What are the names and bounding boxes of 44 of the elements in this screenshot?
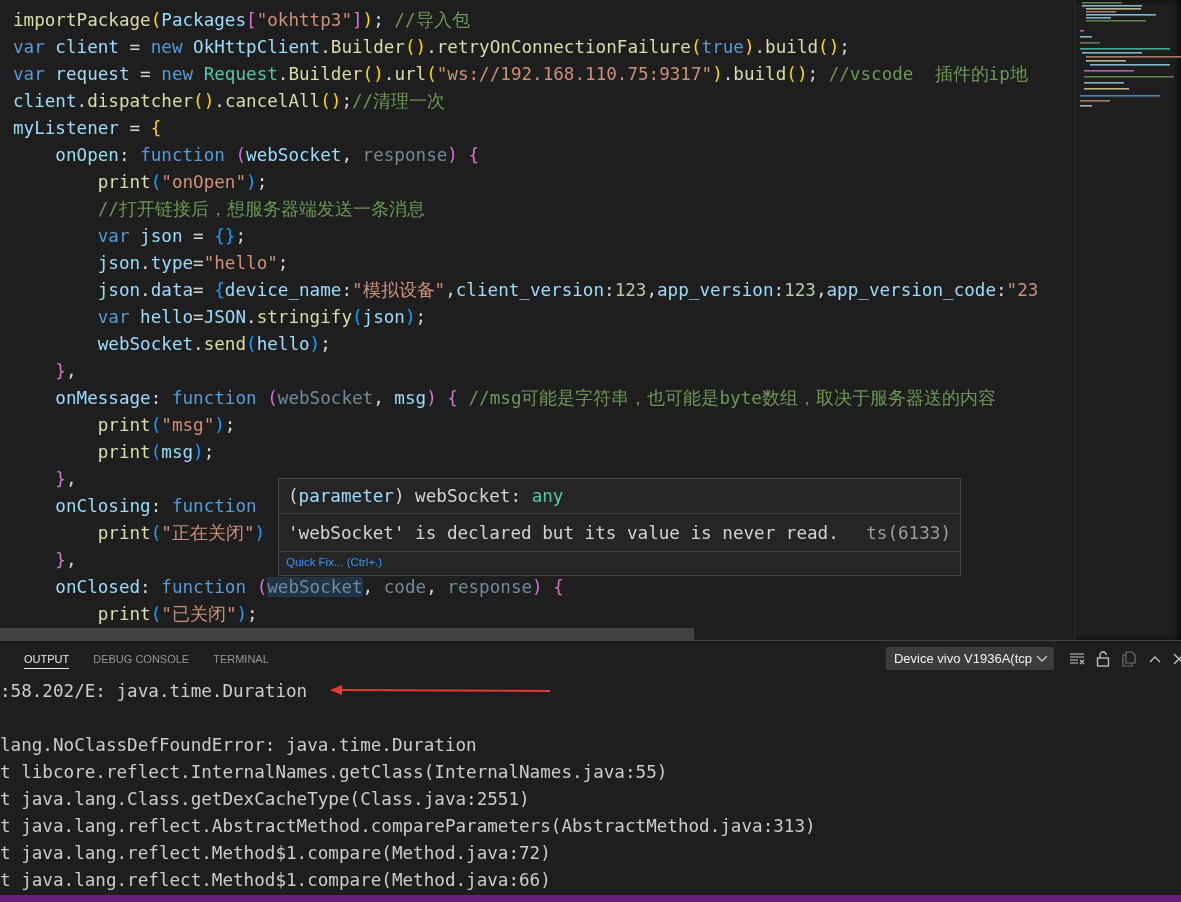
code-line: onClosing: function (54, 495, 257, 518)
code-line: webSocket.send(hello); (96, 333, 331, 356)
code-line: print(msg); (96, 441, 215, 464)
code-line: //打开链接后，想服务器端发送一条消息 (96, 198, 425, 221)
chevron-down-icon (1036, 654, 1048, 663)
unlock-icon[interactable] (1096, 650, 1110, 667)
output-line: t java.lang.Class.getDexCacheType(Class.java:2551) (0, 788, 530, 811)
output-channel-dropdown[interactable]: Device vivo V1936A(tcp (886, 647, 1054, 670)
horizontal-scrollbar[interactable] (0, 628, 694, 640)
output-line: t java.lang.reflect.AbstractMethod.compareParameters(AbstractMethod.java:313) (0, 815, 816, 838)
close-icon[interactable] (1173, 652, 1181, 665)
code-line: json.data= {device_name:"模拟设备",client_version:123,app_version:123,app_version_code:"23 (96, 279, 1039, 302)
output-line: t java.lang.reflect.Method$1.compare(Method.java:72) (0, 842, 551, 865)
quick-fix-link[interactable]: Quick Fix... (Ctrl+.) (279, 552, 960, 575)
code-line: onOpen: function (webSocket, response) { (54, 144, 480, 167)
code-line: print("正在关闭") (96, 522, 266, 545)
code-line: }, (54, 468, 77, 491)
clear-output-icon[interactable] (1069, 651, 1085, 666)
error-code: ts(6133) (866, 521, 951, 545)
panel-tab[interactable]: OUTPUT (24, 648, 70, 669)
code-line: client.dispatcher().cancelAll();//清理一次 (13, 90, 446, 113)
code-line: json.type="hello"; (96, 252, 289, 275)
code-line: var hello=JSON.stringify(json); (96, 306, 427, 329)
output-line: t java.lang.reflect.Method$1.compare(Method.java:66) (0, 869, 551, 892)
diagnostic-message: 'webSocket' is declared but its value is never read. (288, 521, 839, 545)
code-line: onMessage: function (webSocket, msg) { //msg可能是字符串，也可能是byte数组，取决于服务器送的内容 (54, 387, 996, 410)
code-line: myListener = { (13, 117, 162, 140)
hover-signature: (parameter) webSocket: any (288, 485, 564, 508)
code-line: importPackage(Packages["okhttp3"]); //导入包 (13, 9, 470, 32)
panel-tab[interactable]: TERMINAL (213, 648, 269, 669)
document-icon[interactable] (1121, 650, 1137, 667)
code-line: var request = new Request.Builder().url("ws://192.168.110.75:9317").build(); //vscode 插件的ip地 (13, 63, 1028, 86)
code-line: print("msg"); (96, 414, 236, 437)
code-line: }, (54, 360, 77, 383)
output-line: lang.NoClassDefFoundError: java.time.Duration (0, 734, 477, 757)
panel-tab[interactable]: DEBUG CONSOLE (93, 648, 190, 669)
code-line: var json = {}; (96, 225, 247, 248)
code-line: var client = new OkHttpClient.Builder().retryOnConnectionFailure(true).build(); (13, 36, 850, 59)
output-line: :58.202/E: java.time.Duration (0, 680, 308, 703)
code-line: print("已关闭"); (96, 603, 258, 626)
code-line: }, (54, 549, 77, 572)
code-line: print("onOpen"); (96, 171, 268, 194)
code-line: onClosed: function (webSocket, code, response) { (54, 576, 564, 599)
output-line: t libcore.reflect.InternalNames.getClass(InternalNames.java:55) (0, 761, 668, 784)
